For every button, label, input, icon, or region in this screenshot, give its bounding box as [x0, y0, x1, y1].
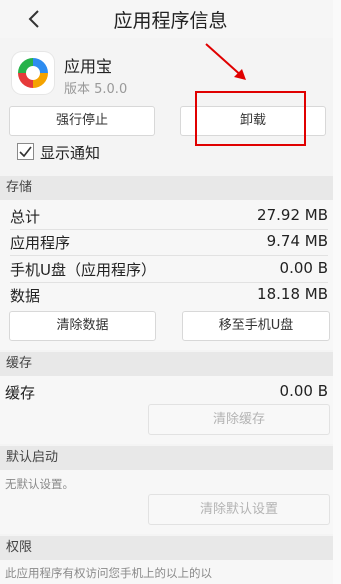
storage-total-value: 27.92 MB: [257, 206, 328, 224]
move-to-usb-button[interactable]: 移至手机U盘: [182, 311, 330, 341]
storage-app-value: 9.74 MB: [266, 232, 328, 250]
storage-usb-label: 手机U盘（应用程序）: [10, 261, 156, 279]
storage-total-label: 总计: [10, 208, 41, 226]
divider: [10, 255, 328, 256]
show-notification-checkbox[interactable]: [17, 143, 34, 160]
storage-data-label: 数据: [10, 287, 41, 305]
default-launch-section-header: 默认启动: [0, 446, 333, 470]
show-notification-label: 显示通知: [40, 144, 101, 162]
checkmark-icon: [19, 146, 32, 158]
clear-cache-button[interactable]: 清除缓存: [148, 404, 330, 435]
app-version: 版本 5.0.0: [64, 82, 128, 97]
scrollbar[interactable]: [333, 0, 341, 584]
storage-usb-value: 0.00 B: [279, 259, 328, 277]
permissions-section: 此应用程序有权访问您手机上的以上的以: [0, 560, 333, 584]
storage-app-label: 应用程序: [10, 234, 71, 252]
clear-defaults-button[interactable]: 清除默认设置: [148, 494, 330, 525]
no-default-note: 无默认设置。: [5, 477, 74, 491]
storage-section-header: 存储: [0, 176, 333, 200]
title-bar: 应用程序信息: [0, 0, 341, 38]
app-logo-icon: [12, 52, 54, 94]
cache-value: 0.00 B: [279, 382, 328, 400]
force-stop-button[interactable]: 强行停止: [9, 106, 155, 136]
cache-label: 缓存: [5, 384, 36, 402]
divider: [10, 282, 328, 283]
app-name: 应用宝: [64, 57, 113, 76]
page-title: 应用程序信息: [113, 10, 228, 32]
storage-data-value: 18.18 MB: [257, 285, 328, 303]
permissions-section-header: 权限: [0, 536, 333, 560]
uninstall-button[interactable]: 卸载: [180, 106, 326, 136]
permissions-note: 此应用程序有权访问您手机上的以上的以: [5, 566, 212, 580]
divider: [10, 229, 328, 230]
clear-data-button[interactable]: 清除数据: [9, 311, 156, 341]
cache-section-header: 缓存: [0, 352, 333, 376]
annotation-arrow-icon: [205, 43, 246, 80]
